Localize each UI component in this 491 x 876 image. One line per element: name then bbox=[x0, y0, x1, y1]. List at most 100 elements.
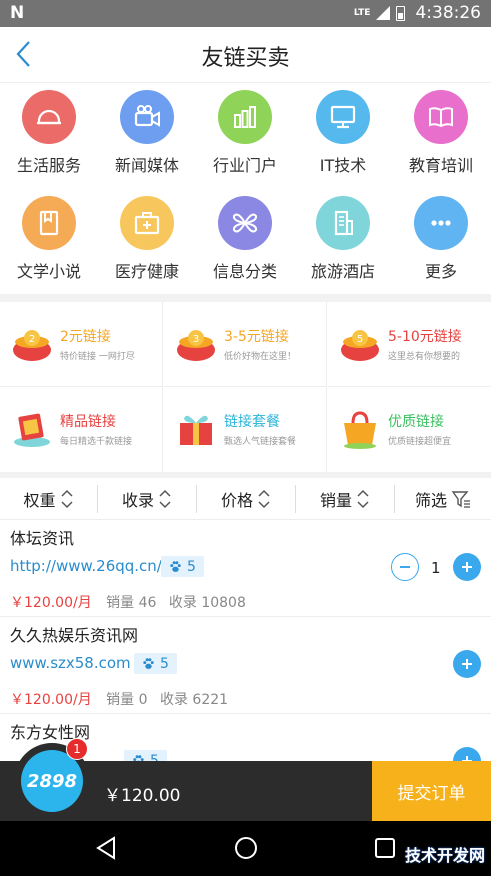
plus-icon bbox=[462, 756, 472, 761]
sort-indexed[interactable]: 收录 bbox=[98, 478, 196, 520]
increase-button[interactable] bbox=[453, 747, 481, 761]
badge-value: 5 bbox=[160, 655, 169, 672]
submit-order-button[interactable]: 提交订单 bbox=[372, 761, 491, 821]
badge-value: 5 bbox=[187, 558, 196, 575]
svg-text:5: 5 bbox=[357, 334, 363, 345]
filter-icon bbox=[451, 491, 470, 508]
watermark: 技术开发网 bbox=[404, 846, 485, 865]
bar-chart-icon bbox=[218, 90, 272, 144]
home-nav-icon[interactable] bbox=[233, 835, 259, 861]
medkit-icon bbox=[120, 196, 174, 250]
item-price: ￥120.00/月 bbox=[10, 692, 92, 708]
cart-count-badge: 1 bbox=[66, 738, 88, 760]
sort-price[interactable]: 价格 bbox=[197, 478, 295, 520]
category-label: 教育培训 bbox=[408, 156, 473, 175]
cart-total: ￥120.00 bbox=[104, 786, 181, 806]
promo-package[interactable]: 链接套餐 甄选人气链接套餐 bbox=[164, 387, 327, 472]
category-it-tech[interactable]: IT技术 bbox=[294, 90, 392, 176]
recents-nav-icon[interactable] bbox=[373, 835, 397, 861]
page-title: 友链买卖 bbox=[201, 46, 290, 71]
svg-text:3: 3 bbox=[193, 334, 199, 345]
site-url[interactable]: www.szx58.com bbox=[10, 654, 131, 672]
badge-value: 5 bbox=[150, 752, 159, 762]
promo-subtitle: 每日精选千款链接 bbox=[60, 437, 133, 447]
category-label: 新闻媒体 bbox=[114, 156, 179, 175]
category-education[interactable]: 教育培训 bbox=[392, 90, 490, 176]
sort-arrows-icon bbox=[357, 489, 369, 509]
paw-badge: 5 bbox=[134, 653, 177, 674]
category-industry-portal[interactable]: 行业门户 bbox=[196, 90, 294, 176]
helmet-icon bbox=[22, 90, 76, 144]
category-travel-hotel[interactable]: 旅游酒店 bbox=[294, 196, 392, 282]
category-more[interactable]: 更多 bbox=[392, 196, 490, 282]
promo-subtitle: 特价链接 一网打尽 bbox=[60, 352, 135, 362]
paw-icon bbox=[133, 755, 144, 761]
promo-title: 5-10元链接 bbox=[388, 329, 462, 345]
quantity-value: 1 bbox=[431, 559, 441, 577]
promo-grid: 2 2元链接 特价链接 一网打尽 3 3-5元链接 低价好物在这里！ 5 5-1… bbox=[0, 302, 491, 472]
category-news-media[interactable]: 新闻媒体 bbox=[98, 90, 196, 176]
monitor-icon bbox=[316, 90, 370, 144]
treasure-bowl-icon: 2 bbox=[13, 330, 51, 361]
category-label: 行业门户 bbox=[212, 156, 277, 175]
promo-subtitle: 这里总有你想要的 bbox=[388, 352, 461, 362]
sort-sales[interactable]: 销量 bbox=[296, 478, 394, 520]
list-item[interactable]: 久久热娱乐资讯网 www.szx58.com 5 ￥120.00/月 销量 0 … bbox=[0, 618, 491, 714]
building-icon bbox=[316, 196, 370, 250]
minus-icon bbox=[400, 566, 410, 568]
item-meta: ￥120.00/月 销量 0 收录 6221 bbox=[10, 689, 228, 709]
promo-quality[interactable]: 优质链接 优质链接超便宜 bbox=[328, 387, 491, 472]
site-url[interactable]: http://www.26qq.cn/ bbox=[10, 557, 162, 575]
status-bar: N LTE 4:38:26 bbox=[0, 0, 491, 27]
item-indexed: 收录 6221 bbox=[159, 692, 229, 708]
paw-icon bbox=[143, 658, 154, 669]
category-label: 生活服务 bbox=[16, 156, 81, 175]
sort-arrows-icon bbox=[159, 489, 171, 509]
filter-button[interactable]: 筛选 bbox=[395, 478, 491, 520]
plus-icon bbox=[462, 659, 472, 669]
decrease-button[interactable] bbox=[391, 553, 419, 581]
sort-label: 权重 bbox=[23, 491, 56, 510]
sort-arrows-icon bbox=[258, 489, 270, 509]
promo-premium[interactable]: 精品链接 每日精选千款链接 bbox=[0, 387, 163, 472]
network-type: LTE bbox=[353, 8, 371, 18]
sort-label: 收录 bbox=[121, 491, 154, 510]
category-grid: 生活服务 新闻媒体 行业门户 IT技术 教育培训 文学小说 医疗健康 信息分类 … bbox=[0, 84, 491, 294]
category-literature[interactable]: 文学小说 bbox=[0, 196, 98, 282]
battery-icon bbox=[396, 5, 406, 21]
promo-2yuan[interactable]: 2 2元链接 特价链接 一网打尽 bbox=[0, 302, 163, 387]
more-icon bbox=[414, 196, 468, 250]
item-price: ￥120.00/月 bbox=[10, 595, 92, 611]
app-header: 友链买卖 bbox=[0, 27, 491, 83]
category-life-services[interactable]: 生活服务 bbox=[0, 90, 98, 176]
sort-arrows-icon bbox=[60, 489, 73, 509]
increase-button[interactable] bbox=[453, 650, 481, 678]
notebook-icon bbox=[22, 196, 76, 250]
promo-5-10yuan[interactable]: 5 5-10元链接 这里总有你想要的 bbox=[328, 302, 491, 387]
link-list: 体坛资讯 http://www.26qq.cn/ 5 ￥120.00/月 销量 … bbox=[0, 521, 491, 761]
promo-title: 优质链接 bbox=[388, 414, 444, 430]
promo-title: 3-5元链接 bbox=[224, 329, 289, 345]
increase-button[interactable] bbox=[453, 553, 481, 581]
flower-icon bbox=[218, 196, 272, 250]
plus-icon bbox=[462, 562, 472, 572]
promo-3-5yuan[interactable]: 3 3-5元链接 低价好物在这里！ bbox=[164, 302, 327, 387]
gift-box-icon bbox=[180, 415, 212, 445]
sort-label: 价格 bbox=[220, 491, 253, 510]
promo-subtitle: 甄选人气链接套餐 bbox=[224, 437, 297, 447]
promo-subtitle: 低价好物在这里！ bbox=[224, 352, 297, 362]
sort-label: 销量 bbox=[319, 491, 352, 510]
category-medical[interactable]: 医疗健康 bbox=[98, 196, 196, 282]
list-item[interactable]: 体坛资讯 http://www.26qq.cn/ 5 ￥120.00/月 销量 … bbox=[0, 521, 491, 617]
paw-icon bbox=[170, 561, 181, 572]
back-nav-icon[interactable] bbox=[94, 835, 118, 861]
carrier-icon: N bbox=[10, 3, 25, 23]
book-icon bbox=[414, 90, 468, 144]
site-name: 体坛资讯 bbox=[10, 529, 75, 548]
category-classifieds[interactable]: 信息分类 bbox=[196, 196, 294, 282]
item-sales: 销量 0 bbox=[106, 692, 148, 708]
item-indexed: 收录 10808 bbox=[168, 595, 246, 611]
paw-badge: 5 bbox=[124, 750, 167, 761]
item-sales: 销量 46 bbox=[106, 595, 157, 611]
sort-weight[interactable]: 权重 bbox=[0, 478, 97, 520]
